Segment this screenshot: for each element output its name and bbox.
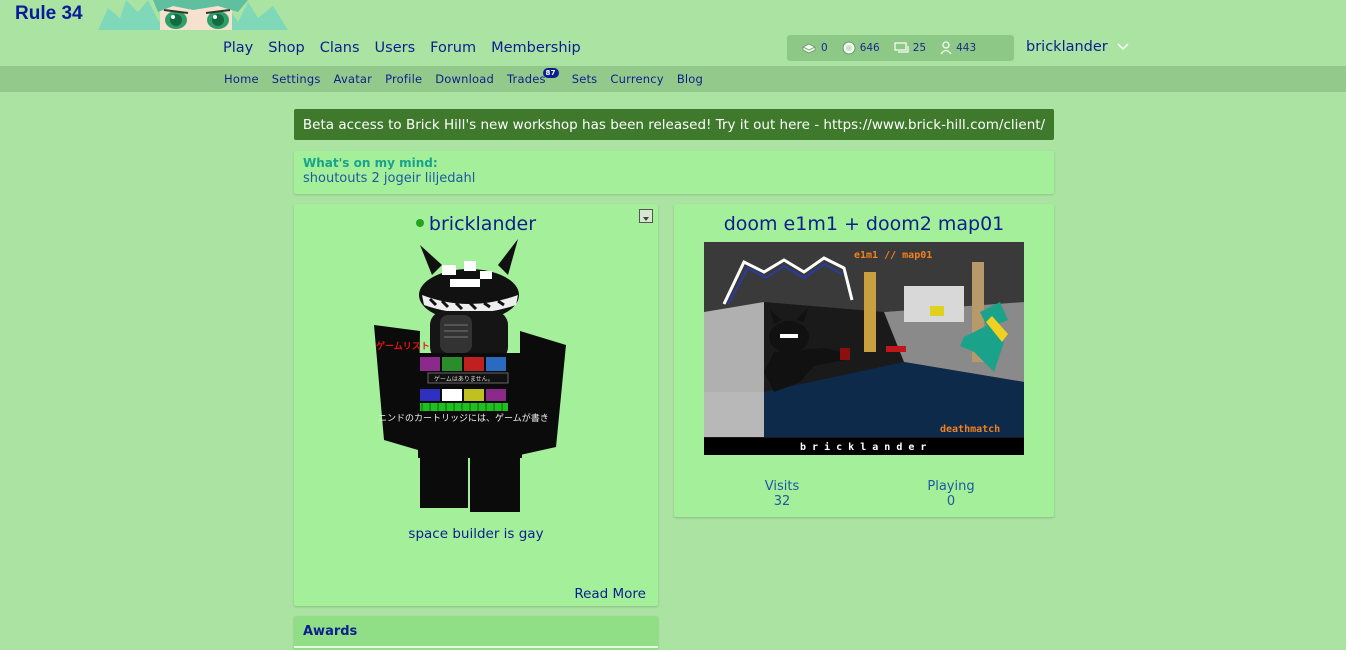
subnav-home[interactable]: Home [224, 72, 259, 86]
status-label: What's on my mind: [303, 156, 438, 170]
playing-label: Playing [927, 479, 975, 494]
status-text: shoutouts 2 jogeir liljedahl [303, 171, 476, 186]
profile-blurb: space builder is gay [408, 526, 544, 542]
subnav-blog[interactable]: Blog [677, 72, 703, 86]
game-card: doom e1m1 + doom2 map01 e1m1 // map01 de… [674, 204, 1054, 517]
visits-label: Visits [764, 479, 800, 494]
bricks-icon [802, 43, 816, 54]
thumb-caption-author: b r i c k l a n d e r [800, 441, 926, 453]
read-more-link[interactable]: Read More [574, 586, 646, 602]
profile-card: bricklander ゲームリスト ゲームはありません。 ニンドのカートリッジ… [294, 204, 658, 606]
svg-text:ゲームリスト: ゲームリスト [376, 340, 430, 352]
banner-anime-art [98, 0, 288, 30]
thumb-caption-map: e1m1 // map01 [854, 250, 932, 261]
announcement-banner[interactable]: Beta access to Brick Hill's new workshop… [294, 109, 1054, 140]
top-bar: Rule 34 Play Shop Clans Users Forum Memb… [0, 0, 1346, 66]
chevron-down-icon [1117, 43, 1129, 51]
avatar: ゲームリスト ゲームはありません。 ニンドのカートリッジには、ゲームが書き [370, 235, 580, 517]
announcement-text: Beta access to Brick Hill's new workshop… [302, 116, 1046, 133]
subnav-profile[interactable]: Profile [385, 72, 422, 86]
main-nav: Play Shop Clans Users Forum Membership [223, 40, 596, 56]
online-indicator [415, 218, 424, 227]
subnav-settings[interactable]: Settings [272, 72, 321, 86]
nav-forum[interactable]: Forum [430, 40, 476, 56]
playing-stat: Playing 0 [891, 479, 1011, 509]
subnav-avatar[interactable]: Avatar [334, 72, 373, 86]
svg-text:ゲームはありません。: ゲームはありません。 [434, 375, 494, 383]
subnav-download[interactable]: Download [435, 72, 494, 86]
game-title[interactable]: doom e1m1 + doom2 map01 [674, 213, 1054, 235]
user-stats-bar: 0 646 25 443 [787, 35, 1014, 61]
awards-panel: Awards [294, 616, 658, 650]
friends-stat[interactable]: 443 [940, 41, 976, 55]
subnav-currency[interactable]: Currency [610, 72, 663, 86]
playing-value: 0 [946, 494, 956, 509]
thumb-caption-mode: deathmatch [940, 424, 1000, 435]
game-thumbnail[interactable]: e1m1 // map01 deathmatch b r i c k l a n… [704, 242, 1024, 455]
nav-shop[interactable]: Shop [268, 40, 304, 56]
nav-users[interactable]: Users [375, 40, 416, 56]
status-box: What's on my mind: shoutouts 2 jogeir li… [294, 151, 1054, 194]
trades-count-badge: 87 [542, 68, 559, 78]
visits-value: 32 [773, 494, 791, 509]
awards-header: Awards [303, 624, 358, 639]
visits-stat: Visits 32 [722, 479, 842, 509]
nav-clans[interactable]: Clans [320, 40, 360, 56]
svg-text:ニンドのカートリッジには、ゲームが書き: ニンドのカートリッジには、ゲームが書き [378, 412, 549, 424]
username-label: bricklander [1026, 39, 1108, 55]
bits-stat[interactable]: 646 [842, 41, 880, 55]
profile-options-button[interactable] [639, 209, 653, 223]
friends-icon [940, 41, 952, 55]
subnav-trades[interactable]: Trades 87 [507, 68, 559, 86]
nav-play[interactable]: Play [223, 40, 253, 56]
messages-icon [894, 42, 909, 53]
sub-nav: Home Settings Avatar Profile Download Tr… [0, 66, 1346, 92]
divider [294, 646, 658, 648]
subnav-sets[interactable]: Sets [572, 72, 598, 86]
site-logo[interactable]: Rule 34 [15, 3, 83, 25]
profile-name: bricklander [294, 213, 658, 235]
caret-down-icon [643, 217, 649, 221]
messages-stat[interactable]: 25 [894, 42, 926, 54]
nav-membership[interactable]: Membership [491, 40, 581, 56]
user-menu[interactable]: bricklander [1026, 39, 1129, 55]
bits-icon [842, 41, 856, 55]
bricks-stat[interactable]: 0 [801, 42, 828, 54]
